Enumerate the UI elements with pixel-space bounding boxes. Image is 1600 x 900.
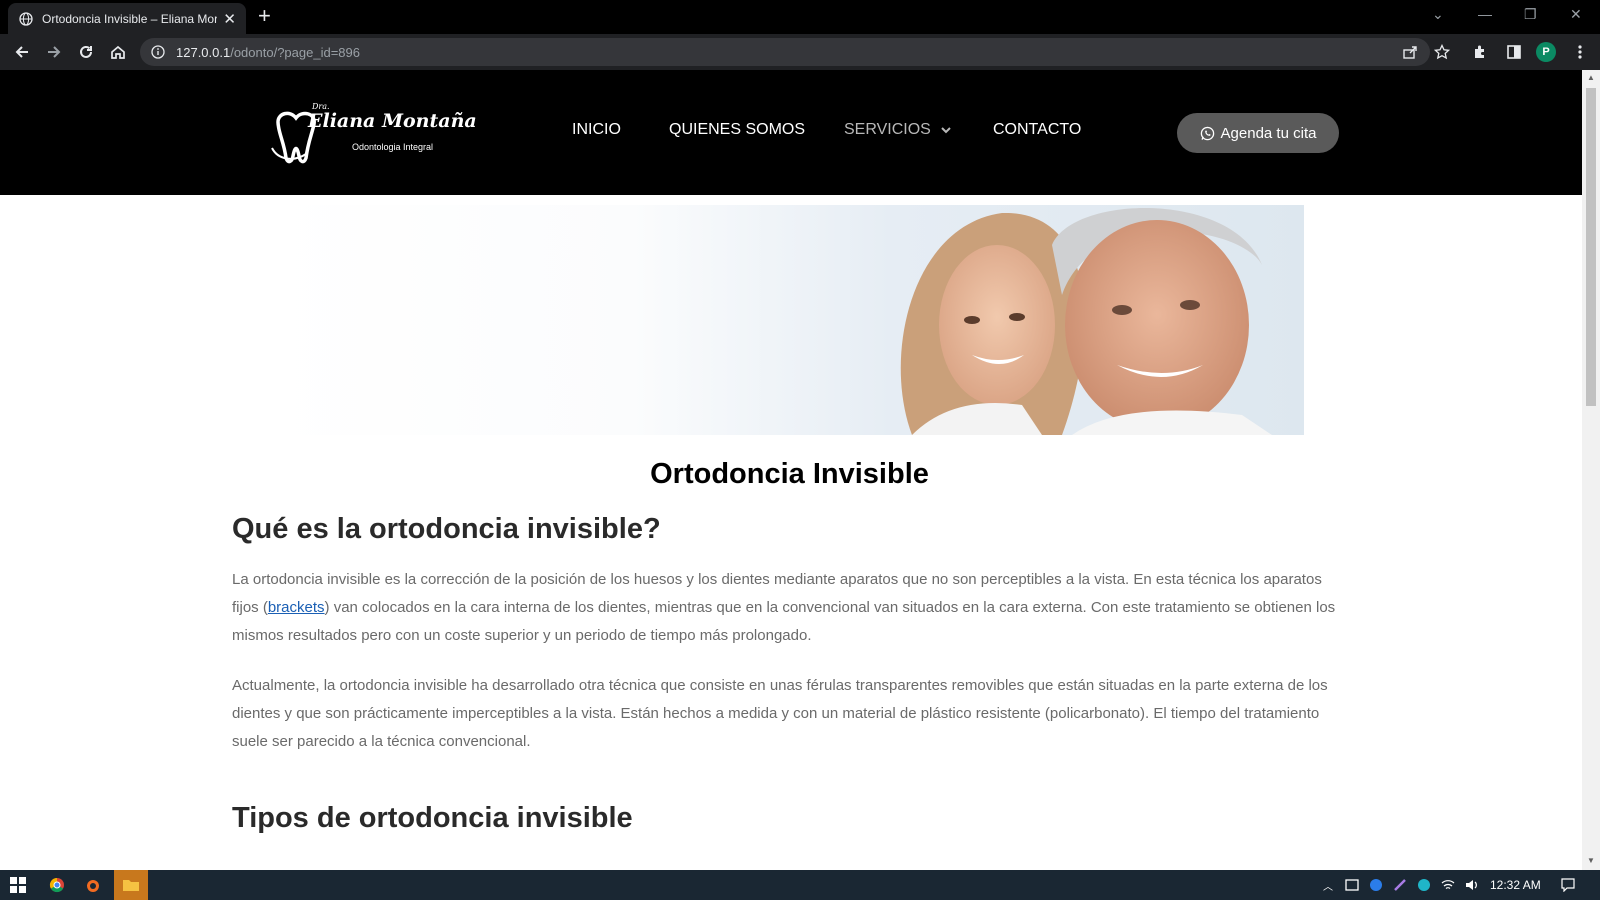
scroll-up-icon[interactable]: ▲ (1586, 73, 1596, 83)
tray-pen-icon[interactable] (1390, 870, 1410, 900)
url-host: 127.0.0.1 (176, 44, 231, 60)
new-tab-icon[interactable]: + (258, 4, 271, 28)
paragraph-current-technique: Actualmente, la ortodoncia invisible ha … (232, 677, 1328, 750)
tray-network-app-icon[interactable] (1366, 870, 1386, 900)
windows-start-icon[interactable] (0, 870, 36, 900)
restore-icon[interactable]: ❐ (1524, 6, 1537, 23)
tray-app-icon[interactable] (1342, 870, 1362, 900)
nav-servicios-label: SERVICIOS (844, 121, 931, 138)
url-path: /odonto/?page_id=896 (230, 44, 360, 60)
file-explorer-taskbar-icon[interactable] (114, 870, 148, 900)
profile-avatar[interactable]: P (1536, 42, 1556, 62)
site-logo[interactable]: Dra. Eliana Montaña Odontologia Integral (268, 100, 477, 166)
browser-toolbar: 127.0.0.1/odonto/?page_id=896 P (0, 34, 1600, 70)
browser-tab-bar: Ortodoncia Invisible – Eliana Mor ✕ + ⌄ … (0, 0, 1600, 34)
forward-icon[interactable] (42, 40, 66, 64)
scroll-down-icon[interactable]: ▼ (1586, 856, 1596, 866)
chevron-down-icon (941, 127, 952, 134)
wifi-icon[interactable] (1438, 870, 1458, 900)
tab-title: Ortodoncia Invisible – Eliana Mor (42, 11, 218, 26)
brackets-link[interactable]: brackets (268, 599, 325, 616)
nav-contacto[interactable]: CONTACTO (993, 121, 1081, 139)
paragraph-intro-text-2: ) van colocados en la cara interna de lo… (232, 599, 1336, 644)
chrome-taskbar-icon[interactable] (42, 870, 72, 900)
address-bar[interactable]: 127.0.0.1/odonto/?page_id=896 (140, 38, 1430, 66)
bookmark-star-icon[interactable] (1430, 40, 1454, 64)
globe-icon (18, 11, 34, 27)
notifications-icon[interactable] (1556, 870, 1580, 900)
tab-search-icon[interactable]: ⌄ (1432, 6, 1444, 23)
tray-search-app-icon[interactable] (1414, 870, 1434, 900)
app-taskbar-icon[interactable] (78, 870, 108, 900)
nav-quienes-somos[interactable]: QUIENES SOMOS (669, 121, 805, 139)
paragraph-intro: La ortodoncia invisible es la corrección… (232, 566, 1347, 650)
browser-tab[interactable]: Ortodoncia Invisible – Eliana Mor ✕ (8, 3, 246, 34)
scroll-thumb[interactable] (1586, 88, 1596, 406)
volume-icon[interactable] (1462, 870, 1482, 900)
book-appointment-button[interactable]: Agenda tu cita (1177, 113, 1339, 153)
side-panel-icon[interactable] (1502, 40, 1526, 64)
page-scrollbar[interactable]: ▲ ▼ (1582, 70, 1600, 870)
logo-tagline: Odontologia Integral (352, 142, 434, 152)
whatsapp-icon (1200, 126, 1214, 140)
minimize-icon[interactable]: — (1478, 6, 1492, 22)
hero-image (272, 205, 1304, 435)
site-header: Dra. Eliana Montaña Odontologia Integral… (0, 70, 1582, 195)
show-hidden-icons-icon[interactable]: ︿ (1318, 870, 1338, 900)
logo-name: Eliana Montaña (308, 110, 477, 132)
back-icon[interactable] (10, 40, 34, 64)
extensions-icon[interactable] (1468, 40, 1492, 64)
close-tab-icon[interactable]: ✕ (223, 10, 236, 28)
reload-icon[interactable] (74, 40, 98, 64)
os-taskbar: ︿ 12:32 AM (0, 870, 1600, 900)
main-content: Ortodoncia Invisible Qué es la ortodonci… (232, 440, 1347, 835)
site-info-icon[interactable] (150, 44, 166, 60)
menu-kebab-icon[interactable] (1568, 40, 1592, 64)
section-heading-what-is: Qué es la ortodoncia invisible? (232, 513, 661, 545)
section-heading-types: Tipos de ortodoncia invisible (232, 802, 633, 834)
close-window-icon[interactable]: ✕ (1570, 6, 1582, 23)
book-appointment-label: Agenda tu cita (1220, 124, 1317, 142)
page-title: Ortodoncia Invisible (650, 458, 929, 490)
home-icon[interactable] (106, 40, 130, 64)
clock-time[interactable]: 12:32 AM (1490, 878, 1541, 892)
nav-servicios[interactable]: SERVICIOS (844, 121, 952, 139)
nav-inicio[interactable]: INICIO (572, 121, 621, 139)
share-icon[interactable] (1398, 40, 1422, 64)
